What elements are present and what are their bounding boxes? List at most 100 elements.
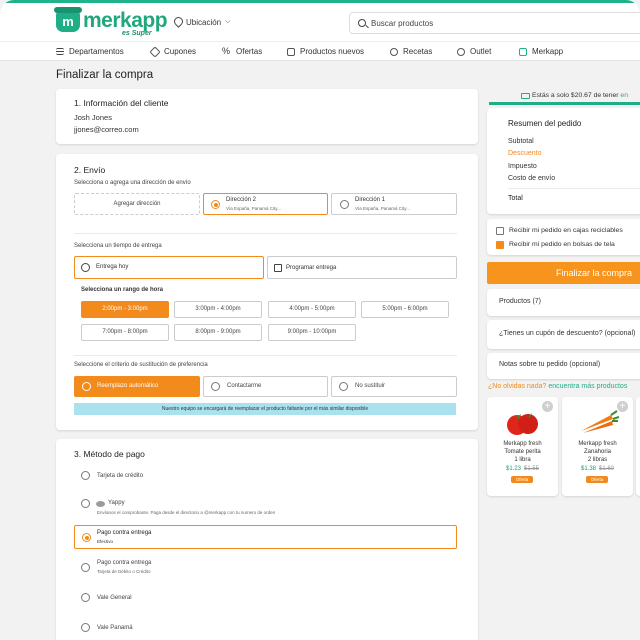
recipe-icon xyxy=(390,47,398,56)
divider xyxy=(508,188,640,189)
radio-credit-card[interactable] xyxy=(81,471,90,480)
nav-recetas[interactable]: Recetas xyxy=(390,47,432,56)
location-pin-icon xyxy=(174,17,182,27)
radio-vale-general[interactable] xyxy=(81,593,90,602)
address-detail: Vía España, Panamá City... xyxy=(355,206,410,211)
add-address-button[interactable]: Agregar dirección xyxy=(74,193,200,215)
nav-productos-nuevos[interactable]: Productos nuevos xyxy=(287,47,364,56)
substitution-auto-option[interactable]: Reemplazo automático xyxy=(74,376,200,397)
reminder-text: ¿No olvidas nada? encuentra más producto… xyxy=(488,383,627,390)
divider xyxy=(74,355,457,356)
radio-vale-panama[interactable] xyxy=(81,623,90,632)
divider xyxy=(74,233,457,234)
nav-ofertas[interactable]: % Ofertas xyxy=(222,46,263,57)
product-card-tomato[interactable]: + Merkapp fresh Tomate perita 1 libra $1… xyxy=(487,397,558,496)
packaging-bags-label: Recibir mi pedido en bolsas de tela xyxy=(509,241,615,248)
radio-unselected[interactable] xyxy=(211,382,220,391)
reminder-link[interactable]: encuentra más productos xyxy=(548,383,627,390)
add-address-label: Agregar dirección xyxy=(113,201,161,207)
payment-cod-cash-sub: Efectivo xyxy=(97,539,114,544)
summary-total: Total xyxy=(508,195,523,202)
checkbox-recycled-boxes[interactable] xyxy=(496,227,504,235)
nav-outlet[interactable]: Outlet xyxy=(457,47,491,56)
location-selector[interactable]: Ubicación ⌵ xyxy=(174,17,230,27)
calendar-icon xyxy=(274,264,282,272)
checkbox-cloth-bags[interactable] xyxy=(496,241,504,249)
product-card-carrot[interactable]: + Merkapp fresh Zanahoria 2 libras $1.38… xyxy=(562,397,633,496)
product-old-price: $1.55 xyxy=(524,466,540,472)
search-placeholder: Buscar productos xyxy=(371,19,434,28)
client-email: jjones@correo.com xyxy=(74,125,139,134)
radio-unselected[interactable] xyxy=(339,382,348,391)
search-icon xyxy=(358,19,366,27)
clock-icon xyxy=(81,263,90,272)
time-slot[interactable]: 9:00pm - 10:00pm xyxy=(268,324,356,341)
product-card-partial[interactable] xyxy=(636,397,640,496)
yappy-note: Envíanos el comprobante. Paga desde el d… xyxy=(97,510,276,515)
product-price-row: $1.38 $1.60 xyxy=(562,466,633,472)
time-slot[interactable]: 2:00pm - 3:00pm xyxy=(81,301,169,318)
time-slot[interactable]: 7:00pm - 8:00pm xyxy=(81,324,169,341)
substitution-contact-option[interactable]: Contactarme xyxy=(203,376,328,397)
product-price: $1.23 xyxy=(505,466,521,472)
product-price-row: $1.23 $1.55 xyxy=(487,466,558,472)
delivery-today-option[interactable]: Entrega hoy xyxy=(74,256,264,279)
nav-merkapp[interactable]: Merkapp xyxy=(519,47,563,56)
nav-departamentos[interactable]: Departamentos xyxy=(56,47,124,56)
add-to-cart-icon[interactable]: + xyxy=(542,401,553,412)
product-weight: 1 libra xyxy=(514,457,531,463)
nav-label: Departamentos xyxy=(69,47,124,56)
address-option-2[interactable]: Dirección 2 Vía España, Panamá City... xyxy=(203,193,328,215)
radio-selected[interactable] xyxy=(82,382,91,391)
offer-badge: Oferta xyxy=(511,476,533,483)
payment-cod-card-sub: Tarjeta de Débito o Crédito xyxy=(97,569,151,574)
payment-cod-cash-option[interactable]: Pago contra entrega Efectivo xyxy=(74,525,457,549)
products-accordion[interactable]: Productos (7) xyxy=(487,289,640,316)
delivery-time-prompt: Selecciona un tiempo de entrega xyxy=(74,243,162,249)
offer-badge: Oferta xyxy=(586,476,608,483)
radio-yappy[interactable] xyxy=(81,499,90,508)
summary-tax: Impuesto xyxy=(508,163,537,170)
time-slot[interactable]: 3:00pm - 4:00pm xyxy=(174,301,262,318)
shipping-title: 2. Envío xyxy=(74,165,106,175)
radio-unselected[interactable] xyxy=(340,200,349,209)
payment-cod-cash-label: Pago contra entrega xyxy=(97,530,152,536)
summary-subtotal: Subtotal xyxy=(508,138,534,145)
substitution-label: Contactarme xyxy=(227,383,262,389)
delivery-today-label: Entrega hoy xyxy=(96,264,129,270)
time-slot[interactable]: 5:00pm - 6:00pm xyxy=(361,301,449,318)
tag-icon xyxy=(149,45,161,58)
radio-selected[interactable] xyxy=(82,533,91,542)
menu-icon xyxy=(56,48,64,55)
radio-selected[interactable] xyxy=(211,200,220,209)
client-name: Josh Jones xyxy=(74,113,112,122)
nav-label: Ofertas xyxy=(236,47,263,56)
finalize-purchase-button[interactable]: Finalizar la compra xyxy=(487,262,640,284)
brand-tagline: es Super xyxy=(122,30,152,37)
coupon-label: ¿Tienes un cupón de descuento? (opcional… xyxy=(499,330,636,337)
promo-link[interactable]: en xyxy=(620,92,628,99)
notes-accordion[interactable]: Notas sobre tu pedido (opcional) xyxy=(487,353,640,379)
schedule-delivery-option[interactable]: Programar entrega xyxy=(267,256,457,279)
percent-icon: % xyxy=(222,46,231,56)
time-slot[interactable]: 8:00pm - 9:00pm xyxy=(174,324,262,341)
nav-cupones[interactable]: Cupones xyxy=(149,45,196,58)
notes-label: Notas sobre tu pedido (opcional) xyxy=(499,361,601,368)
shopping-bag-icon: m xyxy=(54,7,82,32)
promo-text: Estás a solo $20.67 de tener en xyxy=(532,92,628,99)
yappy-logo-icon xyxy=(96,501,105,507)
client-info-card: 1. Información del cliente Josh Jones jj… xyxy=(56,89,478,144)
search-bar[interactable]: Buscar productos xyxy=(349,12,640,34)
time-slot[interactable]: 4:00pm - 5:00pm xyxy=(268,301,356,318)
payment-title: 3. Método de pago xyxy=(74,449,145,459)
summary-shipping: Costo de envío xyxy=(508,175,556,182)
merkapp-bag-icon xyxy=(519,47,527,56)
coupon-accordion[interactable]: ¿Tienes un cupón de descuento? (opcional… xyxy=(487,320,640,349)
substitution-none-option[interactable]: No sustituir xyxy=(331,376,457,397)
nav-label: Merkapp xyxy=(532,47,564,56)
products-count: Productos (7) xyxy=(499,298,542,305)
app-frame: m merkapp es Super Ubicación ⌵ Buscar pr… xyxy=(0,0,640,640)
address-detail: Vía España, Panamá City... xyxy=(226,206,281,211)
address-option-1[interactable]: Dirección 1 Vía España, Panamá City... xyxy=(331,193,457,215)
radio-cod-card[interactable] xyxy=(81,563,90,572)
